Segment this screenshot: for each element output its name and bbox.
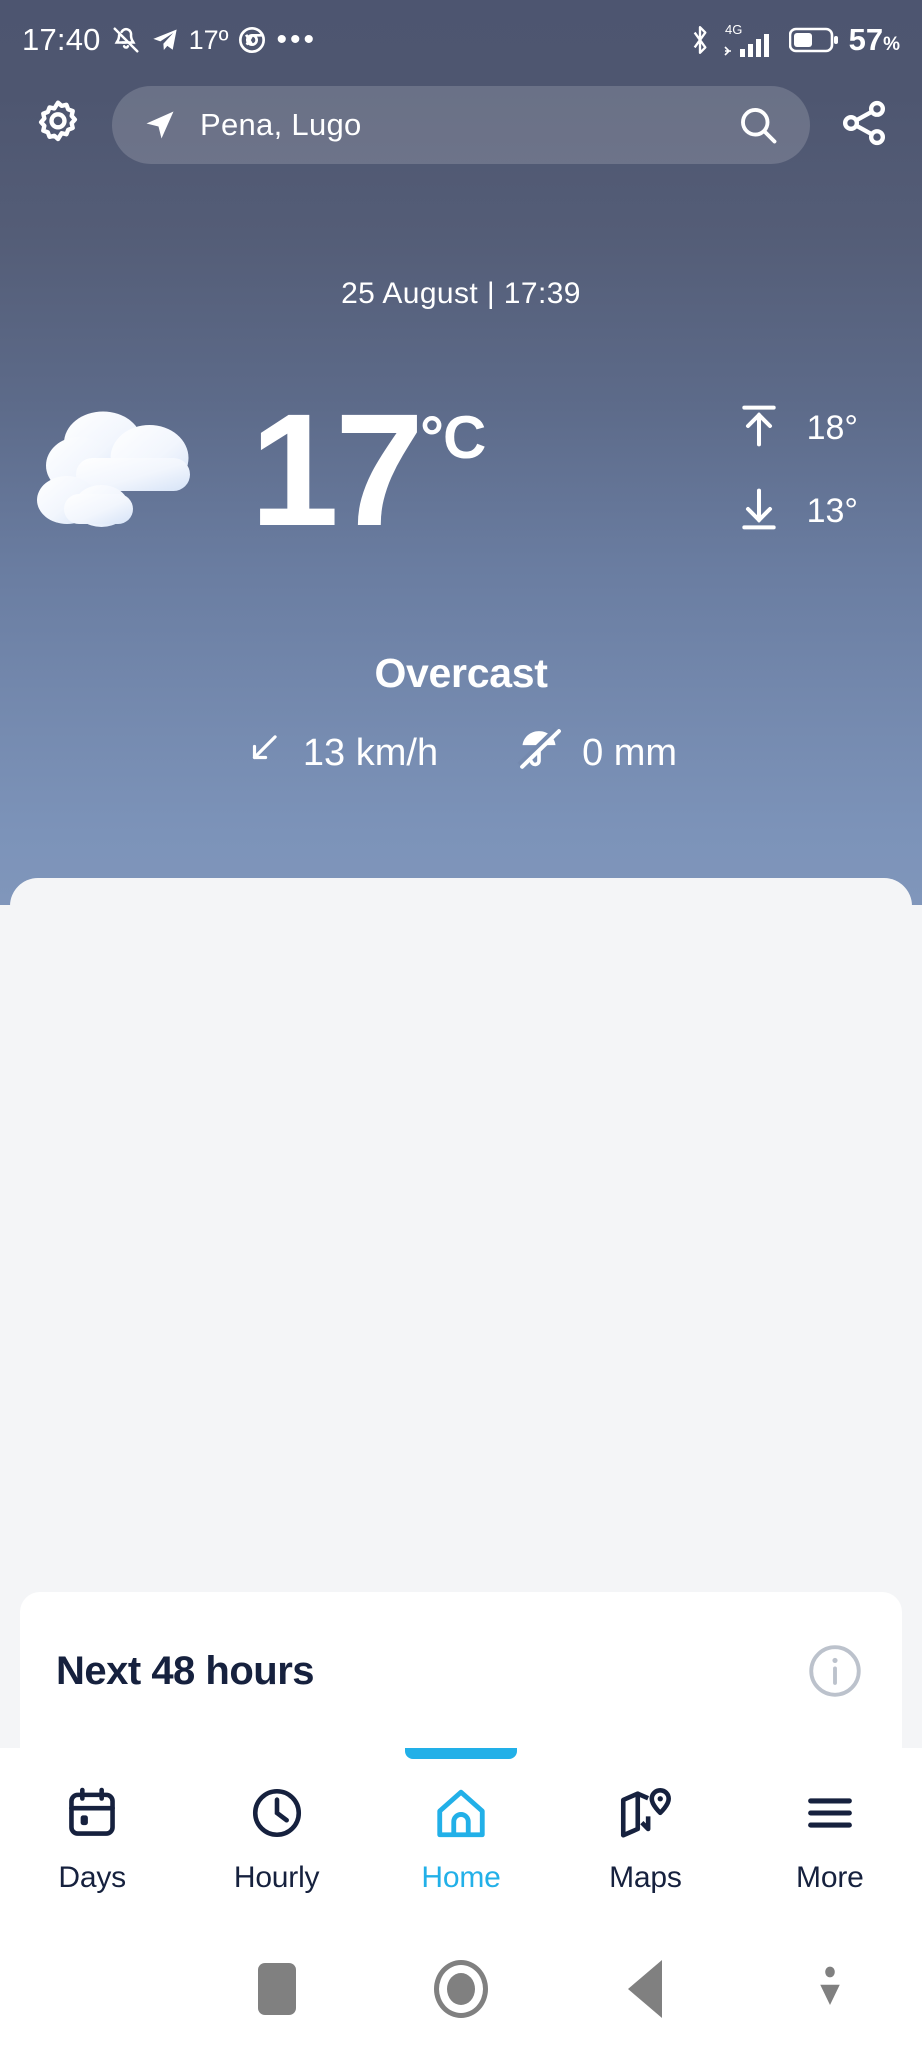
- wind-direction-southwest-icon: [245, 729, 283, 777]
- location-name: Pena, Lugo: [200, 107, 362, 142]
- tab-hourly[interactable]: Hourly: [184, 1748, 368, 1930]
- navigation-arrow-icon: [142, 107, 178, 143]
- arrow-up-icon: [737, 402, 781, 455]
- low-temperature: 13°: [806, 492, 858, 530]
- battery-icon: [788, 26, 839, 54]
- location-search-bar[interactable]: Pena, Lugo: [112, 86, 810, 164]
- map-pin-icon: [616, 1784, 674, 1847]
- home-button[interactable]: [369, 1960, 553, 2018]
- wind-value: 13 km/h: [302, 731, 439, 774]
- temperature-unit: °C: [419, 404, 486, 471]
- weather-metrics-row: 13 km/h 0 mm: [0, 725, 922, 781]
- svg-text:4G: 4G: [725, 22, 742, 37]
- next-48-hours-card[interactable]: Next 48 hours: [20, 1592, 902, 1750]
- status-overflow-icon: •••: [276, 23, 317, 56]
- status-temperature: 17º: [188, 24, 229, 55]
- clock-icon: [248, 1784, 306, 1847]
- low-temperature-row: 13°: [737, 485, 858, 538]
- status-clock: 17:40: [22, 22, 101, 57]
- hide-keyboard-button[interactable]: [738, 1964, 922, 2015]
- calendar-icon: [63, 1784, 121, 1847]
- precipitation-value: 0 mm: [582, 731, 678, 774]
- settings-button[interactable]: [26, 93, 90, 157]
- bottom-tab-bar: Days Hourly Home Maps More: [0, 1748, 922, 1930]
- info-icon[interactable]: [804, 1640, 866, 1702]
- tab-label: Days: [58, 1860, 126, 1894]
- android-navigation-bar: [0, 1930, 922, 2048]
- high-temperature: 18°: [806, 409, 858, 447]
- tab-days[interactable]: Days: [0, 1748, 184, 1930]
- share-button[interactable]: [832, 93, 896, 157]
- telegram-icon: [151, 26, 179, 54]
- current-datetime: 25 August | 17:39: [341, 277, 581, 310]
- temperature-value: 17: [250, 380, 424, 559]
- chrome-icon: [238, 26, 266, 54]
- battery-percent: 57%: [848, 22, 900, 57]
- tab-label: Hourly: [233, 1860, 320, 1894]
- search-icon[interactable]: [736, 103, 780, 147]
- recents-square-icon: [257, 1963, 296, 2015]
- app-top-bar: Pena, Lugo: [0, 80, 922, 170]
- active-tab-indicator: [405, 1748, 518, 1759]
- share-icon: [838, 97, 890, 154]
- wind-metric: 13 km/h: [245, 729, 438, 777]
- precipitation-metric: 0 mm: [516, 725, 677, 781]
- current-temperature: 17 °C: [250, 380, 486, 559]
- tab-label: More: [796, 1860, 864, 1894]
- hide-keyboard-icon: [812, 1964, 848, 2015]
- high-low-group: 18° 13°: [737, 402, 858, 538]
- weather-condition: Overcast: [374, 650, 548, 696]
- menu-icon: [801, 1784, 859, 1847]
- home-icon: [432, 1784, 490, 1847]
- back-triangle-icon: [628, 1960, 663, 2018]
- tab-home[interactable]: Home: [369, 1748, 553, 1930]
- arrow-down-icon: [737, 485, 781, 538]
- bell-muted-icon: [111, 25, 141, 55]
- bluetooth-icon: [687, 24, 713, 56]
- signal-bars-icon: 4G: [723, 20, 779, 60]
- tab-maps[interactable]: Maps: [553, 1748, 737, 1930]
- umbrella-off-icon: [516, 725, 562, 781]
- high-temperature-row: 18°: [737, 402, 858, 455]
- tab-label: Maps: [609, 1860, 682, 1894]
- home-circle-icon: [434, 1960, 489, 2018]
- status-bar: 17:40 17º ••• 4G 57%: [0, 0, 922, 80]
- recents-button[interactable]: [184, 1963, 368, 2015]
- gear-icon: [32, 97, 84, 154]
- cloudy-icon: [0, 395, 260, 545]
- tab-more[interactable]: More: [738, 1748, 922, 1930]
- tab-label: Home: [421, 1860, 501, 1894]
- current-weather-row: 17 °C 18° 13°: [0, 375, 922, 565]
- back-button[interactable]: [553, 1960, 737, 2018]
- card-title: Next 48 hours: [56, 1648, 315, 1693]
